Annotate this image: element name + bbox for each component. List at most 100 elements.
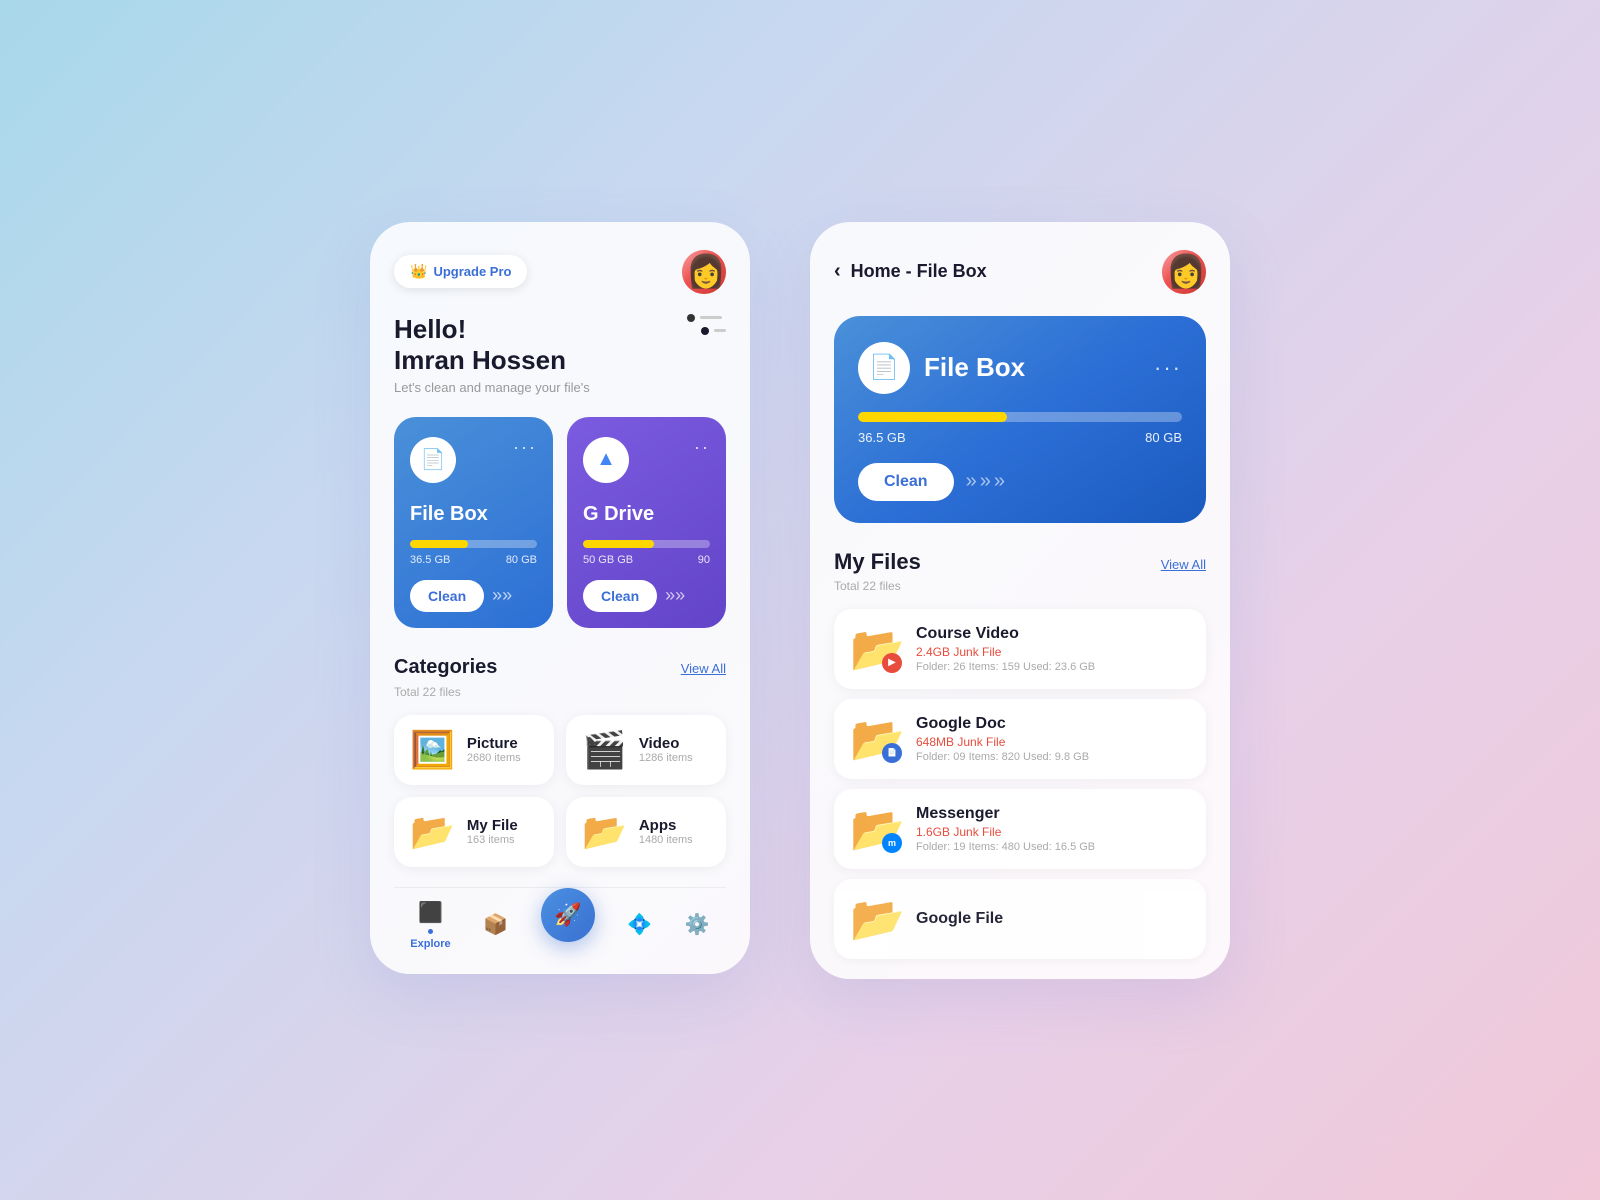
file-google-doc[interactable]: 📂 📄 Google Doc 648MB Junk File Folder: 0…	[834, 699, 1206, 779]
my-files-header: My Files View All	[834, 549, 1206, 575]
filebox-main-bar	[858, 412, 1182, 422]
greeting-subtitle: Let's clean and manage your file's	[394, 380, 726, 395]
avatar[interactable]	[682, 250, 726, 294]
filebox-main-bar-fill	[858, 412, 1007, 422]
fab-button[interactable]: 🚀	[541, 888, 595, 942]
gdrive-storage-labels: 50 GB GB 90	[583, 554, 710, 566]
box-icon: 📦	[483, 912, 508, 937]
avatar-screen2[interactable]	[1162, 250, 1206, 294]
cat-myfile[interactable]: 📂 My File 163 items	[394, 797, 554, 867]
filebox-main-clean-button[interactable]: Clean	[858, 463, 954, 501]
my-files-view-all[interactable]: View All	[1161, 557, 1206, 572]
back-button[interactable]: ‹	[834, 260, 841, 283]
file-google-file[interactable]: 📂 Google File	[834, 879, 1206, 959]
categories-title: Categories	[394, 656, 497, 679]
nav-active-dot	[428, 929, 433, 934]
filebox-main-used: 36.5 GB	[858, 430, 906, 445]
upgrade-label: Upgrade Pro	[433, 264, 511, 279]
category-grid: 🖼️ Picture 2680 items 🎬 Video 1286 items…	[394, 715, 726, 867]
filebox-clean-wrap: Clean »»	[410, 580, 537, 612]
filebox-main-total: 80 GB	[1145, 430, 1182, 445]
gdrive-clean-button[interactable]: Clean	[583, 580, 657, 612]
course-video-icon-wrap: 📂 ▶	[850, 623, 902, 675]
course-video-meta: Folder: 26 Items: 159 Used: 23.6 GB	[916, 661, 1190, 673]
diamond-icon: 💠	[627, 912, 652, 937]
gdrive-more-icon[interactable]: ··	[694, 437, 710, 458]
gdrive-card-icon: ▲	[583, 437, 629, 483]
picture-folder-icon: 🖼️	[410, 729, 455, 771]
back-nav: ‹ Home - File Box	[834, 260, 987, 283]
screen-filebox: ‹ Home - File Box 📄 File Box ··· 36.5 GB…	[810, 222, 1230, 979]
cat-picture-name: Picture	[467, 735, 521, 752]
filebox-main-title: File Box	[924, 352, 1025, 383]
filebox-main-card: 📄 File Box ··· 36.5 GB 80 GB Clean »»»	[834, 316, 1206, 523]
my-files-section: My Files View All Total 22 files 📂 ▶ Cou…	[834, 549, 1206, 979]
filebox-used: 36.5 GB	[410, 554, 450, 566]
google-doc-icon-wrap: 📂 📄	[850, 713, 902, 765]
gdrive-card-title: G Drive	[583, 503, 710, 526]
nav-explore[interactable]: ⬛ Explore	[410, 900, 450, 950]
file-course-video[interactable]: 📂 ▶ Course Video 2.4GB Junk File Folder:…	[834, 609, 1206, 689]
google-file-name: Google File	[916, 910, 1190, 928]
myfile-folder-icon: 📂	[410, 811, 455, 853]
google-doc-meta: Folder: 09 Items: 820 Used: 9.8 GB	[916, 751, 1190, 763]
gdrive-total: 90	[698, 554, 710, 566]
cat-video-count: 1286 items	[639, 752, 693, 764]
cat-apps-name: Apps	[639, 817, 693, 834]
page-title: Home - File Box	[851, 261, 987, 282]
course-video-info: Course Video 2.4GB Junk File Folder: 26 …	[916, 625, 1190, 673]
screen-home: 👑 Upgrade Pro Hello! Imran Hossen Let's …	[370, 222, 750, 974]
filter-icon[interactable]	[687, 314, 726, 335]
messenger-junk: 1.6GB Junk File	[916, 825, 1190, 839]
nav-diamond[interactable]: 💠	[627, 912, 652, 937]
nav-settings[interactable]: ⚙️	[685, 912, 710, 937]
cat-myfile-name: My File	[467, 817, 518, 834]
filebox-chevrons-icon: »»»	[966, 470, 1008, 493]
filebox-card-header: 📄 File Box ···	[858, 342, 1182, 394]
google-doc-info: Google Doc 648MB Junk File Folder: 09 It…	[916, 715, 1190, 763]
filebox-more-icon[interactable]: ···	[513, 437, 537, 458]
crown-icon: 👑	[410, 263, 427, 280]
filebox-card-icon: 📄	[410, 437, 456, 483]
video-folder-icon: 🎬	[582, 729, 627, 771]
upgrade-pro-button[interactable]: 👑 Upgrade Pro	[394, 255, 527, 288]
google-file-folder-icon: 📂	[850, 895, 905, 944]
google-doc-name: Google Doc	[916, 715, 1190, 733]
gdrive-bar-fill	[583, 540, 654, 548]
filebox-main-icon: 📄	[858, 342, 910, 394]
gdrive-card: ▲ ·· G Drive 50 GB GB 90 Clean »»	[567, 417, 726, 628]
my-files-subtitle: Total 22 files	[834, 579, 1206, 593]
google-doc-junk: 648MB Junk File	[916, 735, 1190, 749]
filebox-clean-button[interactable]: Clean	[410, 580, 484, 612]
filebox-bar	[410, 540, 537, 548]
filebox-main-labels: 36.5 GB 80 GB	[858, 430, 1182, 445]
categories-view-all[interactable]: View All	[681, 661, 726, 676]
cat-picture[interactable]: 🖼️ Picture 2680 items	[394, 715, 554, 785]
storage-cards: 📄 ··· File Box 36.5 GB 80 GB Clean »»	[394, 417, 726, 628]
user-name: Imran Hossen	[394, 345, 726, 376]
filebox-total: 80 GB	[506, 554, 537, 566]
cat-video[interactable]: 🎬 Video 1286 items	[566, 715, 726, 785]
screen1-header: 👑 Upgrade Pro	[394, 250, 726, 294]
filebox-options-icon[interactable]: ···	[1154, 355, 1182, 381]
google-doc-badge: 📄	[882, 743, 902, 763]
cat-picture-count: 2680 items	[467, 752, 521, 764]
filebox-actions: Clean »»»	[858, 463, 1182, 501]
course-video-junk: 2.4GB Junk File	[916, 645, 1190, 659]
filebox-bar-fill	[410, 540, 468, 548]
messenger-meta: Folder: 19 Items: 480 Used: 16.5 GB	[916, 841, 1190, 853]
greeting: Hello! Imran Hossen Let's clean and mana…	[394, 314, 726, 395]
filebox-arrows-icon: »»	[492, 585, 512, 606]
cat-video-name: Video	[639, 735, 693, 752]
gdrive-used: 50 GB GB	[583, 554, 633, 566]
nav-box[interactable]: 📦	[483, 912, 508, 937]
explore-icon: ⬛	[418, 900, 443, 925]
filebox-storage-labels: 36.5 GB 80 GB	[410, 554, 537, 566]
gdrive-arrows-icon: »»	[665, 585, 685, 606]
google-file-icon-wrap: 📂	[850, 893, 902, 945]
screen2-header: ‹ Home - File Box	[834, 250, 1206, 294]
file-messenger[interactable]: 📂 m Messenger 1.6GB Junk File Folder: 19…	[834, 789, 1206, 869]
my-files-title: My Files	[834, 549, 921, 575]
gdrive-clean-wrap: Clean »»	[583, 580, 710, 612]
cat-apps[interactable]: 📂 Apps 1480 items	[566, 797, 726, 867]
